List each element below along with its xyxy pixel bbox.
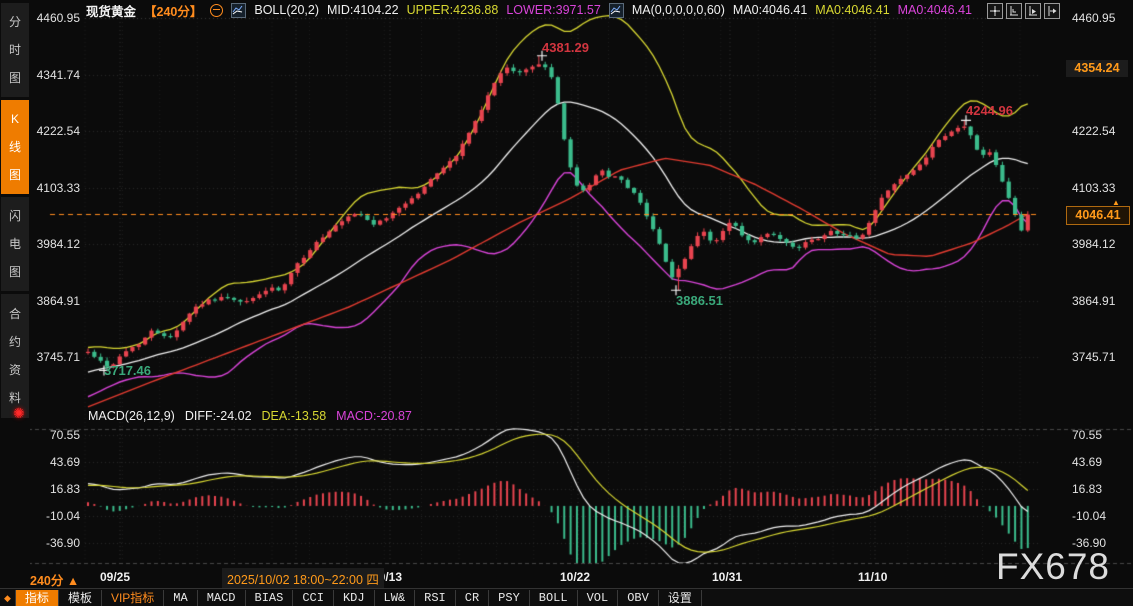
price-annotation: 3886.51 xyxy=(676,293,723,308)
y-axis-left-tick: 3984.12 xyxy=(34,237,80,251)
y-axis-left-tick: 3864.91 xyxy=(34,294,80,308)
x-axis-date-label: 10/31 xyxy=(712,570,742,584)
y-axis-right-tick: 4222.54 xyxy=(1072,124,1115,138)
toolbar-pin-icon[interactable]: ◆ xyxy=(0,593,15,604)
fx678-watermark: FX678 xyxy=(996,546,1110,588)
y-axis-right-tick: 3745.71 xyxy=(1072,350,1115,364)
toolbar-item-VOL[interactable]: VOL xyxy=(578,590,619,606)
y-axis-right-tick: 3984.12 xyxy=(1072,237,1115,251)
period-badge: 【240分】 xyxy=(144,1,202,20)
macd-left-tick: 16.83 xyxy=(34,482,80,496)
y-axis-right-tick: 3864.91 xyxy=(1072,294,1115,308)
toolbar-item-MA[interactable]: MA xyxy=(164,590,197,606)
macd-readout: MACD(26,12,9) DIFF:-24.02 DEA:-13.58 MAC… xyxy=(88,409,412,423)
macd-right-tick: 43.69 xyxy=(1072,455,1102,469)
sidebar-tab-分时图[interactable]: 分时图 xyxy=(1,3,29,97)
crosshair-icon[interactable] xyxy=(987,3,1003,19)
ma0-white-value: MA0:4046.41 xyxy=(733,3,807,17)
ma0-magenta-value: MA0:4046.41 xyxy=(898,3,972,17)
collapse-icon[interactable] xyxy=(210,4,223,17)
chart-tool-buttons xyxy=(987,3,1060,19)
macd-left-tick: -36.90 xyxy=(34,536,80,550)
price-annotation: 4244.96 xyxy=(966,103,1013,118)
boll-mid-value: MID:4104.22 xyxy=(327,3,399,17)
price-annotation: 3717.46 xyxy=(104,363,151,378)
macd-diff-value: DIFF:-24.02 xyxy=(185,409,252,423)
toolbar-item-RSI[interactable]: RSI xyxy=(415,590,456,606)
macd-dea-value: DEA:-13.58 xyxy=(262,409,327,423)
y-axis-left-tick: 4222.54 xyxy=(34,124,80,138)
price-annotation: 4381.29 xyxy=(542,40,589,55)
toolbar-item-KDJ[interactable]: KDJ xyxy=(334,590,375,606)
indicator-toolbar: ◆ 指标模板VIP指标MAMACDBIASCCIKDJLW&RSICRPSYBO… xyxy=(0,588,1133,606)
current-price-box: 4046.41 xyxy=(1066,206,1130,225)
toolbar-item-BIAS[interactable]: BIAS xyxy=(246,590,294,606)
y-axis-left-tick: 3745.71 xyxy=(34,350,80,364)
trading-app-window: 现货黄金 【240分】 BOLL(20,2) MID:4104.22 UPPER… xyxy=(0,0,1133,606)
y-axis-right-tick: 4103.33 xyxy=(1072,181,1115,195)
toolbar-item-OBV[interactable]: OBV xyxy=(618,590,659,606)
boll-upper-value: UPPER:4236.88 xyxy=(407,3,499,17)
ma0-yellow-value: MA0:4046.41 xyxy=(815,3,889,17)
pan-right-icon[interactable] xyxy=(1044,3,1060,19)
toolbar-item-模板[interactable]: 模板 xyxy=(59,590,102,606)
macd-left-tick: 70.55 xyxy=(34,428,80,442)
macd-macd-value: MACD:-20.87 xyxy=(336,409,412,423)
boll-lower-value: LOWER:3971.57 xyxy=(506,3,601,17)
ma-label: MA(0,0,0,0,0,60) xyxy=(632,3,725,17)
toolbar-item-CCI[interactable]: CCI xyxy=(293,590,334,606)
macd-right-tick: -10.04 xyxy=(1072,509,1106,523)
period-selector[interactable]: 240分 ▲ xyxy=(30,570,79,589)
y-axis-left-tick: 4103.33 xyxy=(34,181,80,195)
toolbar-item-LW&[interactable]: LW& xyxy=(375,590,416,606)
y-axis-right-tick: 4460.95 xyxy=(1072,11,1115,25)
main-chart-canvas[interactable] xyxy=(0,0,1133,606)
macd-left-tick: -10.04 xyxy=(34,509,80,523)
macd-right-tick: 16.83 xyxy=(1072,482,1102,496)
toolbar-item-MACD[interactable]: MACD xyxy=(198,590,246,606)
toolbar-item-设置[interactable]: 设置 xyxy=(659,590,702,606)
macd-right-tick: -36.90 xyxy=(1072,536,1106,550)
hot-indicator-icon[interactable]: ✺ xyxy=(13,405,25,422)
x-axis-date-label: 10/22 xyxy=(560,570,590,584)
sidebar-tab-合约资料[interactable]: 合约资料 xyxy=(1,294,29,418)
y-axis-left-tick: 4341.74 xyxy=(34,68,80,82)
y-axis-left-tick: 4460.95 xyxy=(34,11,80,25)
scale-axis-right-icon[interactable] xyxy=(1025,3,1041,19)
macd-right-tick: 70.55 xyxy=(1072,428,1102,442)
toolbar-item-PSY[interactable]: PSY xyxy=(489,590,530,606)
toolbar-item-CR[interactable]: CR xyxy=(456,590,489,606)
scale-axis-left-icon[interactable] xyxy=(1006,3,1022,19)
boll-label: BOLL(20,2) xyxy=(254,3,319,17)
candle-datetime-tooltip: 2025/10/02 18:00~22:00 四 xyxy=(222,568,384,589)
session-high-price-box: 4354.24 xyxy=(1066,60,1128,77)
sidebar-tab-K线图[interactable]: K线图 xyxy=(1,100,29,194)
boll-indicator-icon[interactable] xyxy=(231,3,246,18)
indicator-header-bar: 现货黄金 【240分】 BOLL(20,2) MID:4104.22 UPPER… xyxy=(86,0,972,20)
macd-left-tick: 43.69 xyxy=(34,455,80,469)
ma-indicator-icon[interactable] xyxy=(609,3,624,18)
x-axis-date-label: 11/10 xyxy=(858,570,887,584)
toolbar-item-VIP指标[interactable]: VIP指标 xyxy=(102,590,164,606)
x-axis-date-label: 09/25 xyxy=(100,570,130,584)
sidebar-tab-闪电图[interactable]: 闪电图 xyxy=(1,197,29,291)
chart-type-sidebar: 分时图 K线图闪电图合约资料 ✺ xyxy=(0,0,30,588)
toolbar-item-指标[interactable]: 指标 xyxy=(15,590,59,606)
toolbar-item-BOLL[interactable]: BOLL xyxy=(530,590,578,606)
symbol-name: 现货黄金 xyxy=(86,1,136,20)
macd-params-label: MACD(26,12,9) xyxy=(88,409,175,423)
